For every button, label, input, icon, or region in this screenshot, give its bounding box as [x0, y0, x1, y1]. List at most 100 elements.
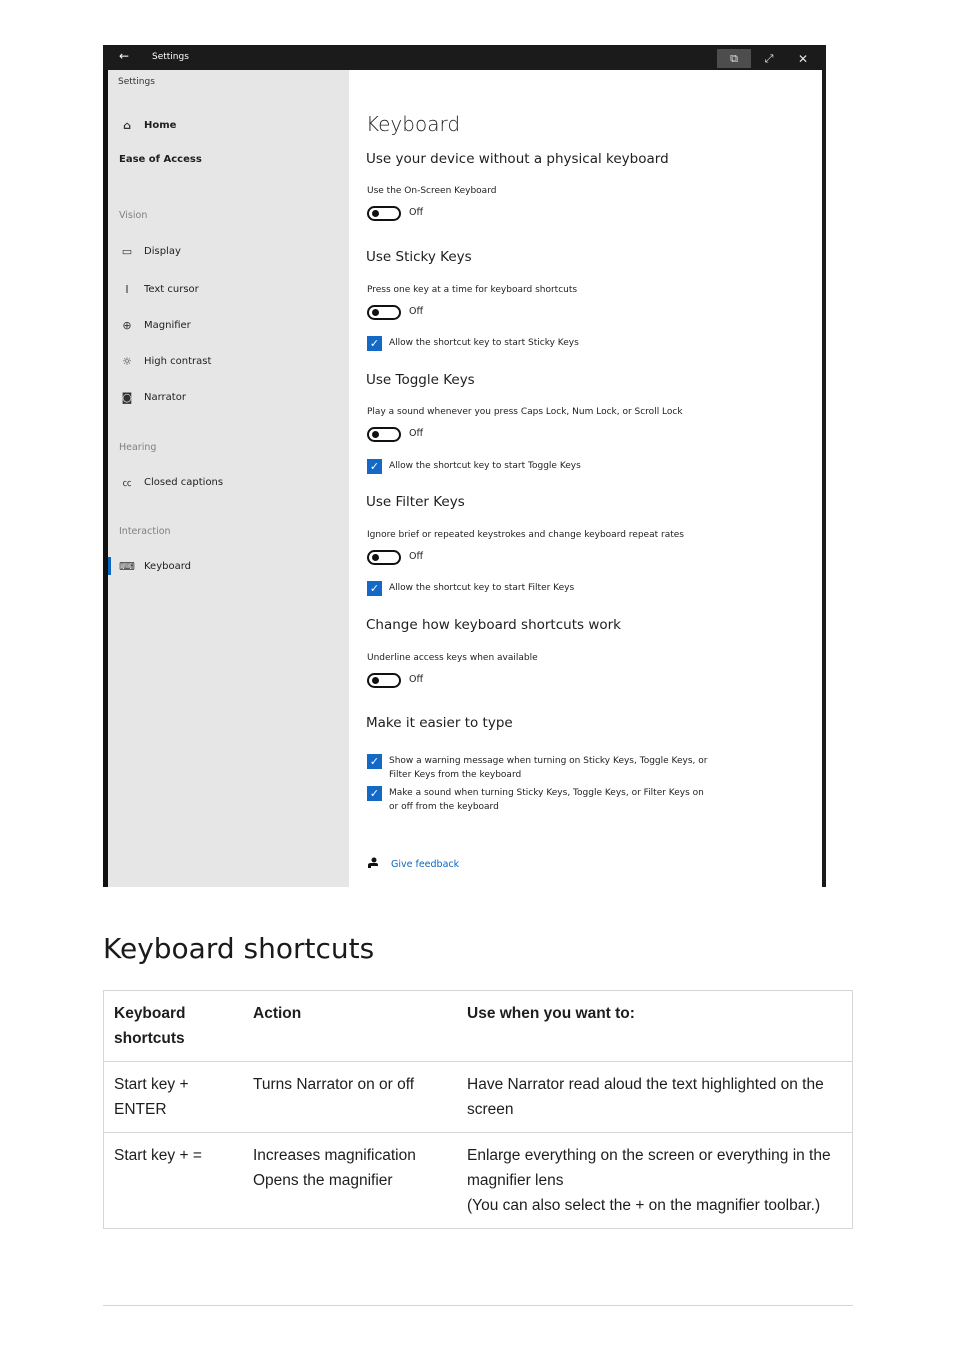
- checkmark-icon: ✓: [367, 581, 382, 596]
- magnifier-icon: ⊕: [122, 318, 132, 332]
- shortcut-cell: Start key + =: [103, 1132, 243, 1229]
- group-label-hearing: Hearing: [119, 442, 157, 453]
- checkbox-label: Make a sound when turning Sticky Keys, T…: [389, 788, 704, 812]
- setting-label-underline: Underline access keys when available: [367, 653, 538, 663]
- restore-icon: ⧉: [730, 51, 738, 65]
- keyboard-icon: ⌨: [119, 559, 135, 573]
- filter-shortcut-checkbox[interactable]: ✓ Allow the shortcut key to start Filter…: [367, 581, 709, 596]
- header-cell: Use when you want to:: [457, 990, 853, 1062]
- feedback-icon: [367, 857, 383, 872]
- header-cell: Action: [243, 990, 457, 1062]
- checkbox-label: Allow the shortcut key to start Filter K…: [389, 583, 575, 593]
- toggle-keys-toggle[interactable]: [367, 426, 401, 442]
- title-bar: ← Settings ⧉ ⤢ ✕: [103, 45, 826, 70]
- checkmark-icon: ✓: [367, 754, 382, 769]
- sidebar-item-label: Display: [144, 245, 181, 257]
- checkmark-icon: ✓: [367, 459, 382, 474]
- sidebar: Settings ⌂ Home Ease of Access Vision ▭ …: [108, 70, 349, 887]
- settings-content: Keyboard Use your device without a physi…: [349, 70, 822, 887]
- checkmark-icon: ✓: [367, 336, 382, 351]
- setting-label-onscreen: Use the On-Screen Keyboard: [367, 186, 497, 196]
- filter-keys-toggle[interactable]: [367, 549, 401, 565]
- make-sound-checkbox[interactable]: ✓ Make a sound when turning Sticky Keys,…: [367, 786, 709, 814]
- give-feedback-label: Give feedback: [391, 859, 460, 870]
- table-header-row: Keyboard shortcuts Action Use when you w…: [103, 990, 853, 1062]
- sidebar-item-label: High contrast: [144, 355, 212, 367]
- sidebar-item-label: Text cursor: [144, 283, 199, 295]
- close-button[interactable]: ✕: [786, 49, 820, 68]
- toggle-state: Off: [409, 207, 424, 218]
- toggle-switch: [367, 672, 401, 688]
- home-icon: ⌂: [123, 118, 131, 132]
- sidebar-item-home[interactable]: ⌂ Home: [108, 115, 349, 135]
- underline-access-keys-toggle[interactable]: [367, 672, 401, 688]
- section-title: Ease of Access: [119, 153, 202, 165]
- toggle-switch: [367, 304, 401, 320]
- toggle-state: Off: [409, 674, 424, 685]
- warning-message-checkbox[interactable]: ✓ Show a warning message when turning on…: [367, 754, 709, 782]
- sidebar-item-magnifier[interactable]: ⊕ Magnifier: [108, 315, 349, 335]
- give-feedback-link[interactable]: Give feedback: [367, 857, 459, 872]
- checkbox-label: Allow the shortcut key to start Sticky K…: [389, 338, 579, 348]
- setting-label-filter: Ignore brief or repeated keystrokes and …: [367, 530, 684, 540]
- use-cell: Enlarge everything on the screen or ever…: [457, 1132, 853, 1229]
- toggle-shortcut-checkbox[interactable]: ✓ Allow the shortcut key to start Toggle…: [367, 459, 709, 474]
- toggle-state: Off: [409, 428, 424, 439]
- closed-captions-icon: ㏄: [122, 478, 132, 489]
- maximize-icon: ⤢: [764, 51, 774, 65]
- use-cell: Have Narrator read aloud the text highli…: [457, 1061, 853, 1133]
- high-contrast-icon: ☼: [122, 354, 132, 368]
- toggle-switch: [367, 426, 401, 442]
- display-icon: ▭: [121, 244, 133, 258]
- sidebar-item-text-cursor[interactable]: I Text cursor: [108, 279, 349, 299]
- sidebar-item-label: Home: [144, 119, 177, 131]
- sticky-shortcut-checkbox[interactable]: ✓ Allow the shortcut key to start Sticky…: [367, 336, 709, 351]
- action-cell: Turns Narrator on or off: [243, 1061, 457, 1133]
- section-heading-toggle-keys: Use Toggle Keys: [366, 372, 475, 388]
- window-title: Settings: [152, 52, 189, 62]
- section-heading-onscreen: Use your device without a physical keybo…: [366, 151, 669, 167]
- sidebar-item-label: Narrator: [144, 391, 186, 403]
- toggle-state: Off: [409, 551, 424, 562]
- sidebar-item-closed-captions[interactable]: ㏄ Closed captions: [108, 472, 349, 492]
- table-row: Start key + ENTER Turns Narrator on or of…: [103, 1061, 853, 1133]
- sidebar-item-label: Keyboard: [144, 560, 192, 572]
- window-border: [822, 70, 826, 887]
- narrator-icon: ◙: [121, 390, 133, 404]
- section-heading-shortcuts: Change how keyboard shortcuts work: [366, 617, 621, 633]
- close-icon: ✕: [797, 51, 809, 66]
- section-heading-filter: Use Filter Keys: [366, 494, 465, 510]
- group-label-vision: Vision: [119, 210, 148, 221]
- back-arrow-icon[interactable]: ←: [119, 49, 129, 63]
- group-label-interaction: Interaction: [119, 526, 171, 537]
- shortcuts-table: Keyboard shortcuts Action Use when you w…: [103, 990, 853, 1229]
- checkbox-label: Show a warning message when turning on S…: [389, 756, 708, 780]
- sidebar-item-high-contrast[interactable]: ☼ High contrast: [108, 351, 349, 371]
- section-heading-easier: Make it easier to type: [366, 715, 513, 731]
- text-cursor-icon: I: [125, 282, 129, 296]
- sidebar-item-label: Closed captions: [144, 476, 224, 488]
- sidebar-item-narrator[interactable]: ◙ Narrator: [108, 387, 349, 407]
- toggle-switch: [367, 549, 401, 565]
- checkmark-icon: ✓: [367, 786, 382, 801]
- settings-window-screenshot: ← Settings ⧉ ⤢ ✕ Settings ⌂ Home Ease of…: [103, 45, 826, 887]
- table-row: Start key + = Increases magnification Ope…: [103, 1132, 853, 1229]
- setting-label-toggle-keys: Play a sound whenever you press Caps Loc…: [367, 407, 683, 417]
- action-cell: Increases magnification Opens the magnifi…: [243, 1132, 457, 1229]
- setting-label-sticky: Press one key at a time for keyboard sho…: [367, 285, 578, 295]
- onscreen-keyboard-toggle[interactable]: [367, 205, 401, 221]
- shortcut-cell: Start key + ENTER: [103, 1061, 243, 1133]
- maximize-button[interactable]: ⤢: [752, 49, 786, 68]
- toggle-state: Off: [409, 306, 424, 317]
- header-cell: Keyboard shortcuts: [103, 990, 243, 1062]
- divider: [103, 1305, 853, 1306]
- breadcrumb: Settings: [118, 77, 155, 87]
- restore-button[interactable]: ⧉: [717, 49, 751, 68]
- sidebar-item-label: Magnifier: [144, 319, 191, 331]
- sidebar-item-keyboard[interactable]: ⌨ Keyboard: [108, 556, 349, 576]
- section-heading: Keyboard shortcuts: [103, 932, 375, 965]
- sticky-keys-toggle[interactable]: [367, 304, 401, 320]
- sidebar-item-display[interactable]: ▭ Display: [108, 241, 349, 261]
- toggle-switch: [367, 205, 401, 221]
- section-heading-sticky: Use Sticky Keys: [366, 249, 472, 265]
